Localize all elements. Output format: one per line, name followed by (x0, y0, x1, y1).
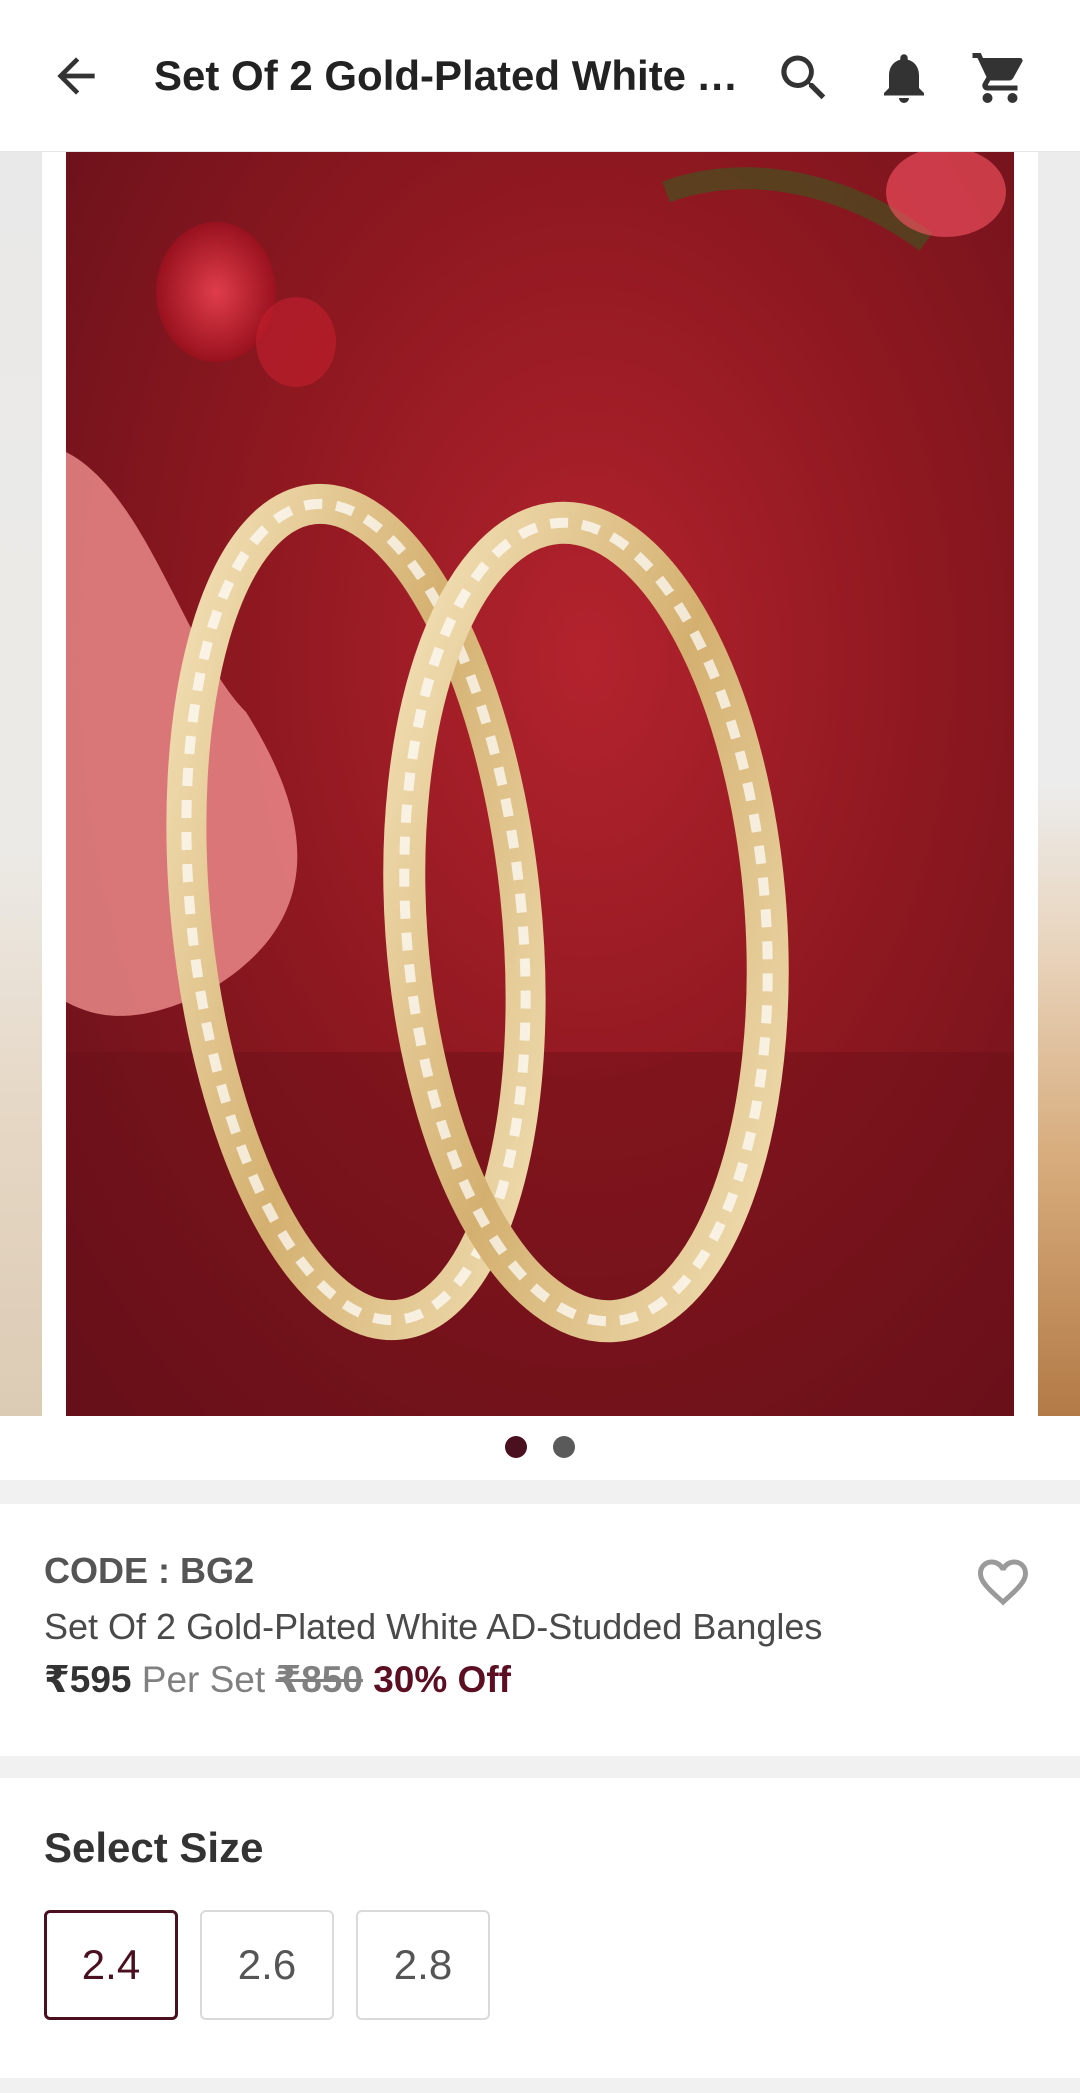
bell-icon[interactable] (874, 48, 934, 108)
carousel-dot-1[interactable] (505, 1436, 527, 1458)
product-name: Set Of 2 Gold-Plated White AD-Studded Ba… (44, 1606, 823, 1647)
previous-slide-peek[interactable] (0, 152, 42, 1416)
page-title: Set Of 2 Gold-Plated White AD-Studded Ba… (154, 52, 754, 99)
back-arrow-icon[interactable] (48, 48, 104, 104)
bangles-illustration (66, 152, 1014, 1416)
wishlist-heart-icon[interactable] (972, 1552, 1034, 1612)
product-info-card: CODE : BG2 Set Of 2 Gold-Plated White AD… (0, 1504, 1080, 1756)
carousel-dot-2[interactable] (553, 1436, 575, 1458)
size-selector-card: Select Size 2.4 2.6 2.8 (0, 1778, 1080, 2078)
product-image-carousel[interactable] (0, 152, 1080, 1480)
size-section-title: Select Size (44, 1824, 264, 1871)
size-option-2-4[interactable]: 2.4 (44, 1910, 178, 2020)
cart-icon[interactable] (970, 48, 1030, 108)
product-code: CODE : BG2 (44, 1550, 255, 1591)
app-header: Set Of 2 Gold-Plated White AD-Studded Ba… (0, 0, 1080, 152)
carousel-indicator (0, 1436, 1080, 1466)
original-price: ₹850 (275, 1659, 363, 1700)
discount-badge: 30% Off (373, 1659, 511, 1700)
next-slide-peek[interactable] (1038, 152, 1080, 1416)
price-line: ₹595 Per Set ₹850 30% Off (44, 1658, 511, 1701)
search-icon[interactable] (774, 48, 834, 108)
price-unit: Per Set (141, 1659, 266, 1700)
product-image[interactable] (66, 152, 1014, 1416)
selling-price: ₹595 (44, 1659, 132, 1700)
size-option-2-6[interactable]: 2.6 (200, 1910, 334, 2020)
size-option-2-8[interactable]: 2.8 (356, 1910, 490, 2020)
